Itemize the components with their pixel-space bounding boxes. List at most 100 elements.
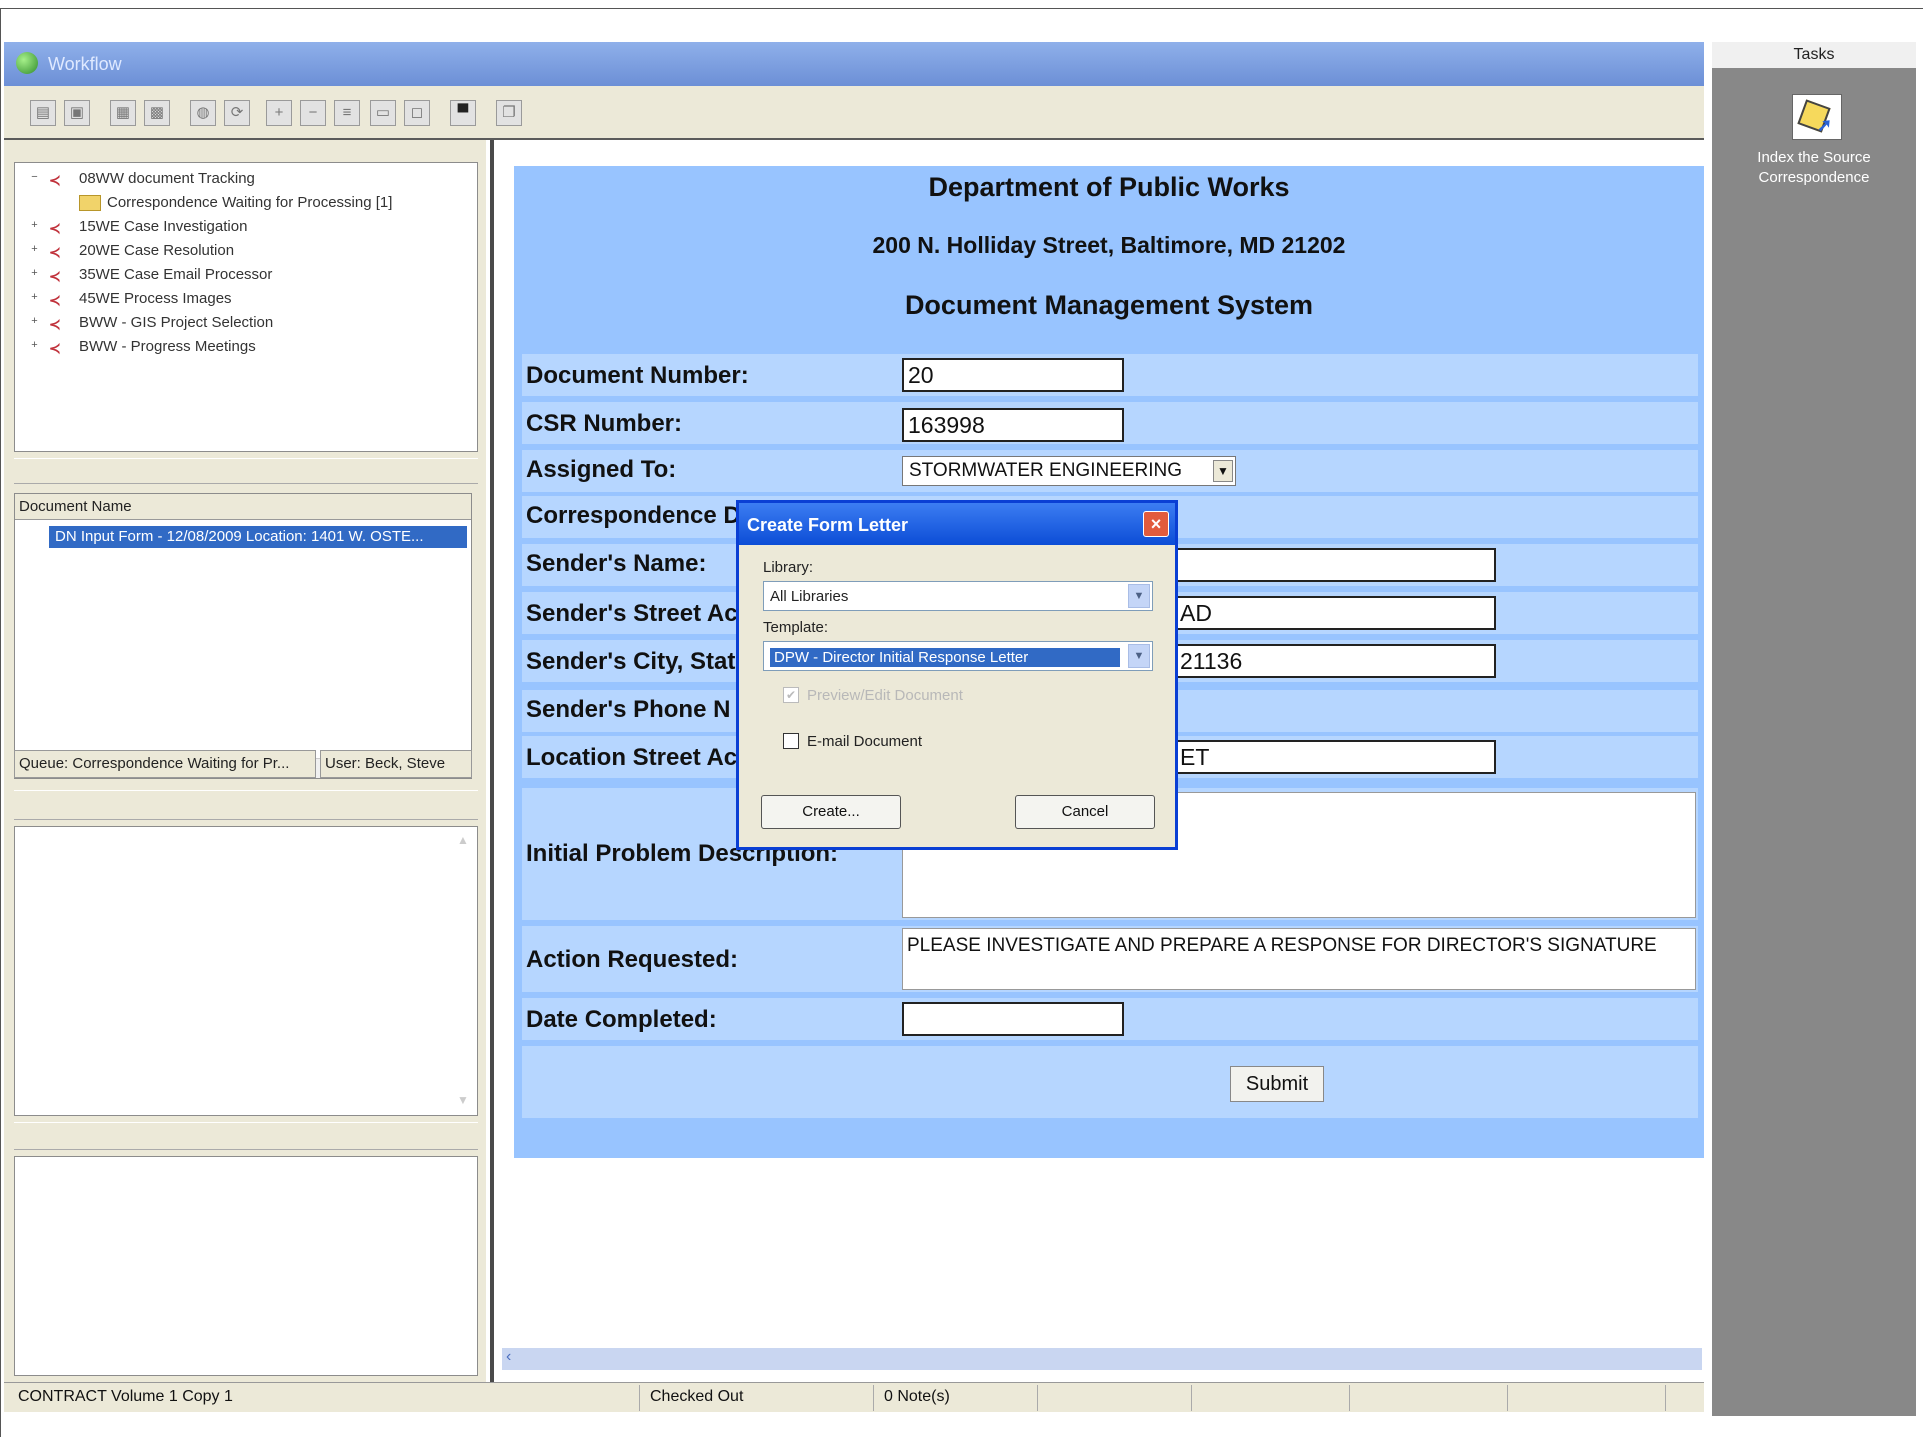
document-row[interactable]: DN Input Form - 12/08/2009 Location: 140… [49, 526, 467, 548]
csr-number-label: CSR Number: [526, 410, 683, 437]
csr-number-field[interactable]: 163998 [902, 408, 1124, 442]
document-number-field[interactable]: 20 [902, 358, 1124, 392]
preview-label: Preview/Edit Document [807, 687, 963, 704]
tree-item-label: 08WW document Tracking [79, 170, 255, 187]
toolbar-remove-icon[interactable]: − [300, 100, 326, 126]
submit-button[interactable]: Submit [1230, 1066, 1324, 1102]
status-cell [1042, 1385, 1192, 1411]
chevron-down-icon[interactable]: ▼ [1128, 644, 1150, 668]
email-checkbox[interactable] [783, 733, 799, 749]
toolbar-refresh-icon[interactable]: ⟳ [224, 100, 250, 126]
document-name-header[interactable]: Document Name [15, 494, 471, 520]
document-list: Document Name DN Input Form - 12/08/2009… [14, 493, 472, 779]
pane-splitter[interactable] [14, 790, 478, 820]
tree-item-label: Correspondence Waiting for Processing [1… [107, 194, 393, 211]
scroll-left-icon[interactable]: ‹ [506, 1348, 511, 1366]
workflow-icon: ≺ [49, 220, 61, 236]
pane-splitter[interactable] [14, 1122, 478, 1150]
arrow-icon: ➚ [1817, 115, 1833, 135]
toolbar-list-icon[interactable]: ≡ [334, 100, 360, 126]
tree-item-label: 45WE Process Images [79, 290, 232, 307]
toolbar-add-icon[interactable]: + [266, 100, 292, 126]
tree-item-label: BWW - Progress Meetings [79, 338, 256, 355]
template-select[interactable]: DPW - Director Initial Response Letter ▼ [763, 641, 1153, 671]
create-button[interactable]: Create... [761, 795, 901, 829]
toolbar-doc-icon[interactable]: ▦ [110, 100, 136, 126]
status-cell [1512, 1385, 1666, 1411]
horizontal-scrollbar[interactable]: ‹ [502, 1348, 1702, 1370]
form-subtitle: Document Management System [904, 290, 1314, 320]
template-value: DPW - Director Initial Response Letter [770, 648, 1120, 667]
assigned-to-value: STORMWATER ENGINEERING [909, 460, 1183, 481]
preview-checkbox[interactable]: ✔ [783, 687, 799, 703]
contract-status: CONTRACT Volume 1 Copy 1 [12, 1385, 640, 1411]
sender-name-label: Sender's Name: [526, 550, 707, 577]
pane-splitter[interactable] [14, 458, 478, 484]
tree-expander[interactable]: + [29, 292, 40, 304]
status-bar: CONTRACT Volume 1 Copy 1 Checked Out 0 N… [4, 1382, 1704, 1412]
date-completed-label: Date Completed: [526, 1006, 717, 1033]
preview-panel: ▲ ▼ [14, 826, 478, 1116]
index-correspondence-icon[interactable]: ➚ [1792, 94, 1842, 140]
dialog-title: Create Form Letter [739, 503, 1175, 545]
chevron-down-icon[interactable]: ▼ [1213, 460, 1233, 482]
form-row [522, 1046, 1698, 1118]
window-titlebar: Workflow [4, 42, 1704, 86]
library-label: Library: [763, 559, 814, 576]
workflow-icon: ≺ [49, 244, 61, 260]
library-value: All Libraries [770, 588, 849, 605]
notes-status: 0 Note(s) [878, 1385, 1038, 1411]
scroll-down-icon[interactable]: ▼ [457, 1093, 473, 1109]
tree-expander[interactable]: + [29, 220, 40, 232]
tree-expander[interactable]: + [29, 268, 40, 280]
workflow-icon: ≺ [49, 292, 61, 308]
toolbar-grid-icon[interactable]: ▩ [144, 100, 170, 126]
tree-item-label: BWW - GIS Project Selection [79, 314, 274, 331]
checked-out-status: Checked Out [644, 1385, 874, 1411]
task-index-correspondence[interactable]: Index the Source Correspondence [1712, 148, 1916, 188]
tree-item-label: 35WE Case Email Processor [79, 266, 273, 283]
toolbar-view-icon[interactable]: ◻ [404, 100, 430, 126]
sender-phone-label: Sender's Phone N [526, 696, 731, 723]
form-title: Department of Public Works [928, 172, 1290, 202]
tree-expander[interactable]: + [29, 340, 40, 352]
toolbar-globe-icon[interactable]: ◍ [190, 100, 216, 126]
scroll-up-icon[interactable]: ▲ [457, 833, 473, 849]
toolbar-open-icon[interactable]: ▤ [30, 100, 56, 126]
tree-expander[interactable]: + [29, 244, 40, 256]
action-requested-label: Action Requested: [526, 946, 739, 973]
notes-panel [14, 1156, 478, 1376]
library-select[interactable]: All Libraries ▼ [763, 581, 1153, 611]
email-label: E-mail Document [807, 733, 923, 750]
window-title: Workflow [48, 54, 122, 74]
close-icon[interactable]: × [1143, 511, 1169, 537]
folder-icon [79, 195, 101, 211]
workflow-icon: ≺ [49, 172, 61, 188]
toolbar-save-icon[interactable]: ▣ [64, 100, 90, 126]
tasks-header: Tasks [1712, 42, 1916, 68]
queue-status: Queue: Correspondence Waiting for Pr... [14, 750, 316, 778]
date-completed-field[interactable] [902, 1002, 1124, 1036]
form-address: 200 N. Holliday Street, Baltimore, MD 21… [872, 232, 1346, 258]
cancel-button[interactable]: Cancel [1015, 795, 1155, 829]
toolbar-copy-icon[interactable]: ❐ [496, 100, 522, 126]
tree-expander[interactable]: − [29, 172, 40, 184]
document-number-label: Document Number: [526, 362, 749, 389]
workflow-app-icon [16, 52, 38, 74]
status-cell [1196, 1385, 1350, 1411]
toolbar-image-icon[interactable]: ▭ [370, 100, 396, 126]
chevron-down-icon[interactable]: ▼ [1128, 584, 1150, 608]
workflow-icon: ≺ [49, 340, 61, 356]
template-label: Template: [763, 619, 829, 636]
create-form-letter-dialog: Create Form Letter × Library: All Librar… [736, 500, 1178, 850]
tree-expander[interactable]: + [29, 316, 40, 328]
assigned-to-select[interactable]: STORMWATER ENGINEERING ▼ [902, 456, 1236, 486]
user-status: User: Beck, Steve [320, 750, 472, 778]
action-requested-field[interactable]: PLEASE INVESTIGATE AND PREPARE A RESPONS… [902, 928, 1696, 990]
tasks-pane: Tasks ➚ Index the Source Correspondence [1712, 42, 1916, 1416]
assigned-to-label: Assigned To: [526, 456, 677, 483]
status-cell [1354, 1385, 1508, 1411]
toolbar-monitor-icon[interactable]: ▀ [450, 100, 476, 126]
tree-item-label: 15WE Case Investigation [79, 218, 248, 235]
toolbar: ▤ ▣ ▦ ▩ ◍ ⟳ + − ≡ ▭ ◻ ▀ ❐ [4, 86, 1704, 140]
